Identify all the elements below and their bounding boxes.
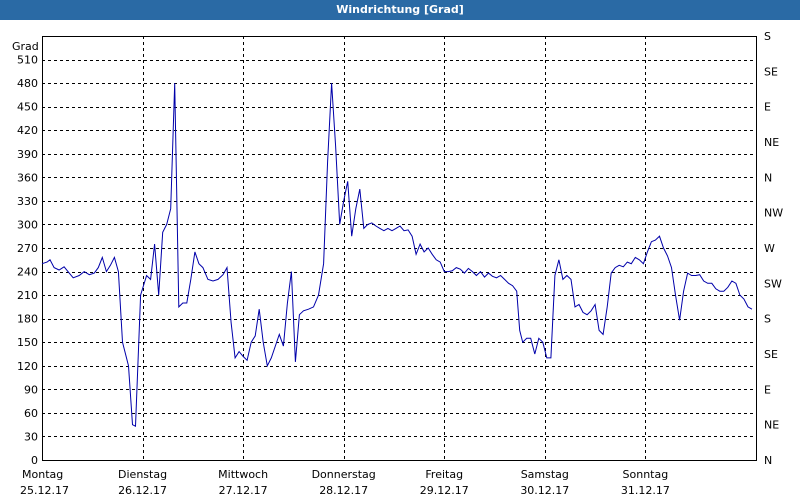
- y-tick-label: 300: [17, 218, 38, 231]
- y-tick-label: 180: [17, 313, 38, 326]
- x-tick-date: 25.12.17: [20, 484, 69, 497]
- y-tick-label: 60: [24, 407, 38, 420]
- y-tick-label: 420: [17, 124, 38, 137]
- y-tick-label: 30: [24, 430, 38, 443]
- x-tick-date: 28.12.17: [319, 484, 368, 497]
- right-tick-label: NW: [764, 207, 783, 220]
- x-tick-date: 30.12.17: [520, 484, 569, 497]
- y-tick-label: 390: [17, 148, 38, 161]
- x-tick-day: Samstag: [521, 468, 569, 481]
- x-tick-day: Montag: [22, 468, 63, 481]
- x-tick-day: Sonntag: [623, 468, 669, 481]
- right-tick-label: N: [764, 454, 772, 467]
- y-tick-label: 240: [17, 266, 38, 279]
- y-tick-label: 0: [31, 454, 38, 467]
- y-tick-label: 210: [17, 289, 38, 302]
- y-tick-label: 480: [17, 77, 38, 90]
- x-tick-date: 27.12.17: [219, 484, 268, 497]
- right-tick-label: E: [764, 101, 771, 114]
- x-tick-date: 26.12.17: [118, 484, 167, 497]
- x-tick-day: Donnerstag: [312, 468, 376, 481]
- right-tick-label: SE: [764, 65, 778, 78]
- right-tick-label: E: [764, 383, 771, 396]
- right-tick-label: N: [764, 171, 772, 184]
- left-axis: 0 30 60 90 120 150 180 210 240 270 300 330 360 390 420…: [17, 54, 38, 467]
- right-tick-label: SE: [764, 348, 778, 361]
- right-tick-label: W: [764, 242, 775, 255]
- x-tick-day: Mittwoch: [218, 468, 268, 481]
- right-tick-label: S: [764, 30, 771, 43]
- x-tick-date: 29.12.17: [420, 484, 469, 497]
- wind-direction-chart: 0 30 60 90 120 150 180 210 240 270 300 330 360 390 420…: [12, 30, 783, 497]
- y-tick-label: 330: [17, 195, 38, 208]
- right-tick-label: NE: [764, 136, 779, 149]
- right-tick-label: NE: [764, 419, 779, 432]
- y-axis-title: Grad: [12, 40, 39, 53]
- y-tick-label: 270: [17, 242, 38, 255]
- x-tick-day: Freitag: [425, 468, 463, 481]
- right-tick-label: SW: [764, 277, 782, 290]
- y-tick-label: 120: [17, 360, 38, 373]
- y-tick-label: 510: [17, 54, 38, 67]
- y-tick-label: 150: [17, 336, 38, 349]
- right-tick-label: S: [764, 313, 771, 326]
- y-tick-label: 450: [17, 101, 38, 114]
- right-axis: N NE E SE S SW W NW N NE E SE S: [764, 30, 783, 467]
- y-tick-label: 90: [24, 383, 38, 396]
- x-tick-day: Dienstag: [118, 468, 167, 481]
- x-axis: Montag 25.12.17 Dienstag 26.12.17 Mittwoch 27…: [20, 468, 670, 497]
- x-tick-date: 31.12.17: [621, 484, 670, 497]
- y-tick-label: 360: [17, 171, 38, 184]
